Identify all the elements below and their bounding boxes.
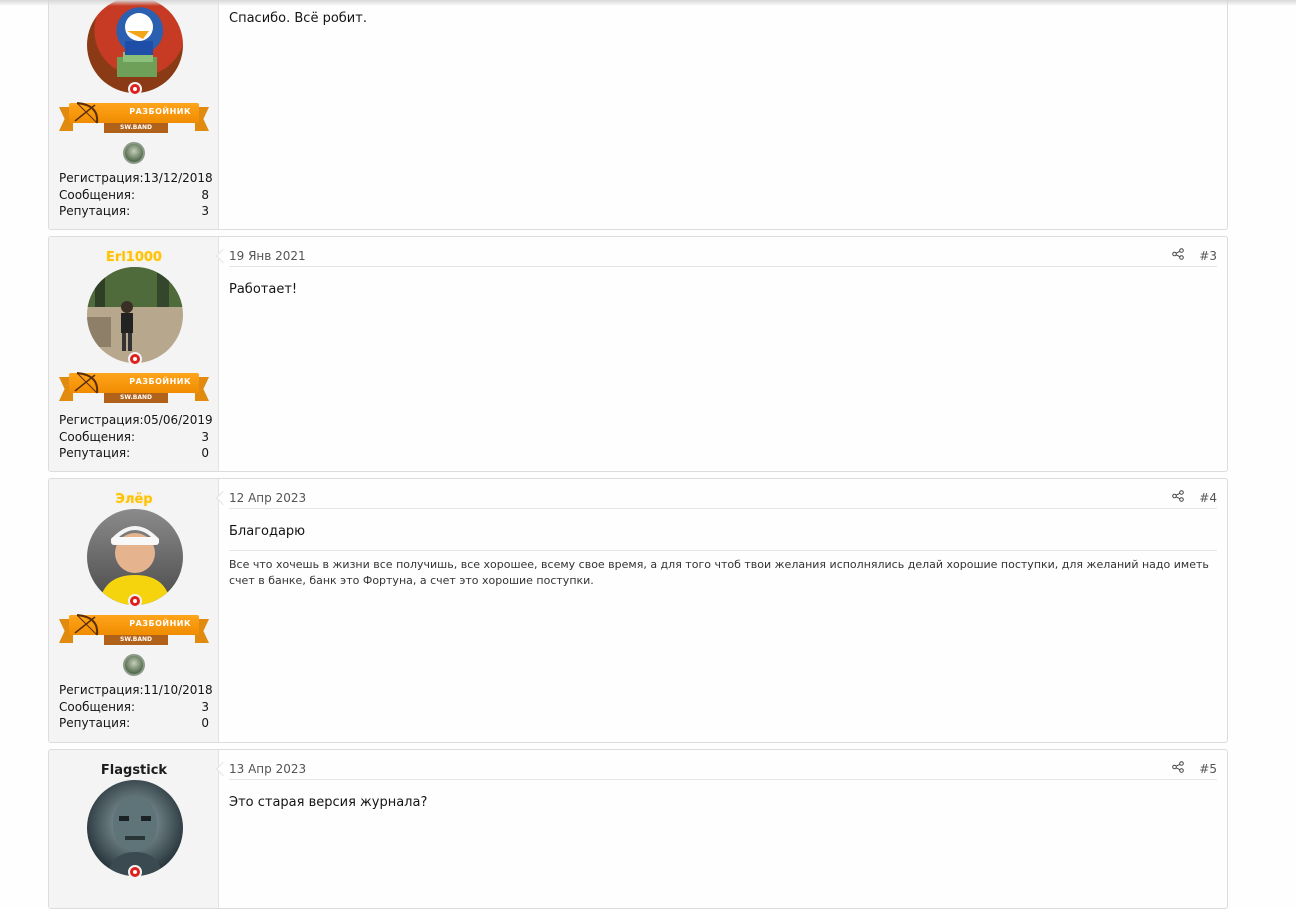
post-3: Элёр РАЗБОЙНИК SW.BAND Регистрация: 11/10… [48, 478, 1228, 743]
rank-label: РАЗБОЙНИК [129, 107, 191, 116]
post-user-panel: Flagstick [49, 750, 219, 908]
post-date[interactable]: 12 Апр 2023 [229, 491, 306, 505]
rank-sub-label: SW.BAND [104, 635, 168, 645]
user-stats: Регистрация: 13/12/2018 Сообщения: 8 Репут… [59, 170, 213, 220]
post-4: Flagstick 13 Апр 2023 #5 Это старая верс… [48, 749, 1228, 909]
user-stats: Регистрация: 11/10/2018 Сообщения: 3 Репут… [59, 682, 213, 732]
post-number[interactable]: #3 [1199, 249, 1217, 263]
username[interactable]: Erl1000 [49, 250, 219, 265]
post-number[interactable]: #4 [1199, 491, 1217, 505]
post-date[interactable]: 19 Янв 2021 [229, 249, 306, 263]
online-status-icon [128, 352, 142, 366]
avatar[interactable] [87, 267, 183, 363]
post-user-panel: Erl1000 РАЗБОЙНИК SW.BAND Регистрация: 05… [49, 237, 219, 471]
stat-reputation: Репутация: 3 [59, 204, 209, 218]
post-date[interactable]: 13 Апр 2023 [229, 762, 306, 776]
post-body: Это старая версия журнала? [229, 795, 428, 810]
post-1: РАЗБОЙНИК SW.BAND Регистрация: 13/12/2018… [48, 0, 1228, 230]
rank-emblem-icon [123, 654, 145, 676]
stat-registration: Регистрация: 11/10/2018 [59, 683, 213, 697]
post-user-panel: Элёр РАЗБОЙНИК SW.BAND Регистрация: 11/10… [49, 479, 219, 742]
post-body: Благодарю [229, 524, 306, 539]
username[interactable]: Элёр [49, 492, 219, 507]
post-user-panel: РАЗБОЙНИК SW.BAND Регистрация: 13/12/2018… [49, 0, 219, 229]
bow-arrow-icon [74, 102, 99, 124]
rank-label: РАЗБОЙНИК [129, 377, 191, 386]
post-body: Работает! [229, 282, 298, 297]
post-meta: 13 Апр 2023 #5 [229, 761, 1217, 780]
avatar[interactable] [87, 780, 183, 876]
rank-sub-label: SW.BAND [104, 393, 168, 403]
stat-registration: Регистрация: 13/12/2018 [59, 171, 213, 185]
bow-arrow-icon [74, 614, 99, 636]
post-meta: 19 Янв 2021 #3 [229, 248, 1217, 267]
online-status-icon [128, 82, 142, 96]
online-status-icon [128, 865, 142, 879]
post-meta: 12 Апр 2023 #4 [229, 490, 1217, 509]
user-stats: Регистрация: 05/06/2019 Сообщения: 3 Репут… [59, 412, 213, 462]
post-body: Спасибо. Всё робит. [229, 11, 367, 26]
online-status-icon [128, 594, 142, 608]
top-shadow [0, 0, 1296, 6]
stat-registration: Регистрация: 05/06/2019 [59, 413, 213, 427]
post-number[interactable]: #5 [1199, 762, 1217, 776]
rank-label: РАЗБОЙНИК [129, 619, 191, 628]
share-icon[interactable] [1172, 490, 1184, 502]
stat-reputation: Репутация: 0 [59, 446, 209, 460]
stat-messages: Сообщения: 3 [59, 699, 209, 714]
bow-arrow-icon [74, 372, 99, 394]
avatar[interactable] [87, 509, 183, 605]
stat-messages: Сообщения: 8 [59, 187, 209, 202]
share-icon[interactable] [1172, 248, 1184, 260]
rank-banner: РАЗБОЙНИК SW.BAND [59, 614, 209, 649]
rank-sub-label: SW.BAND [104, 123, 168, 133]
share-icon[interactable] [1172, 761, 1184, 773]
stat-messages: Сообщения: 3 [59, 429, 209, 444]
stat-reputation: Репутация: 0 [59, 716, 209, 730]
avatar[interactable] [87, 0, 183, 93]
post-2: Erl1000 РАЗБОЙНИК SW.BAND Регистрация: 05… [48, 236, 1228, 472]
username[interactable]: Flagstick [49, 763, 219, 778]
rank-banner: РАЗБОЙНИК SW.BAND [59, 102, 209, 137]
user-signature: Все что хочешь в жизни все получишь, все… [229, 550, 1217, 589]
rank-emblem-icon [123, 142, 145, 164]
rank-banner: РАЗБОЙНИК SW.BAND [59, 372, 209, 407]
